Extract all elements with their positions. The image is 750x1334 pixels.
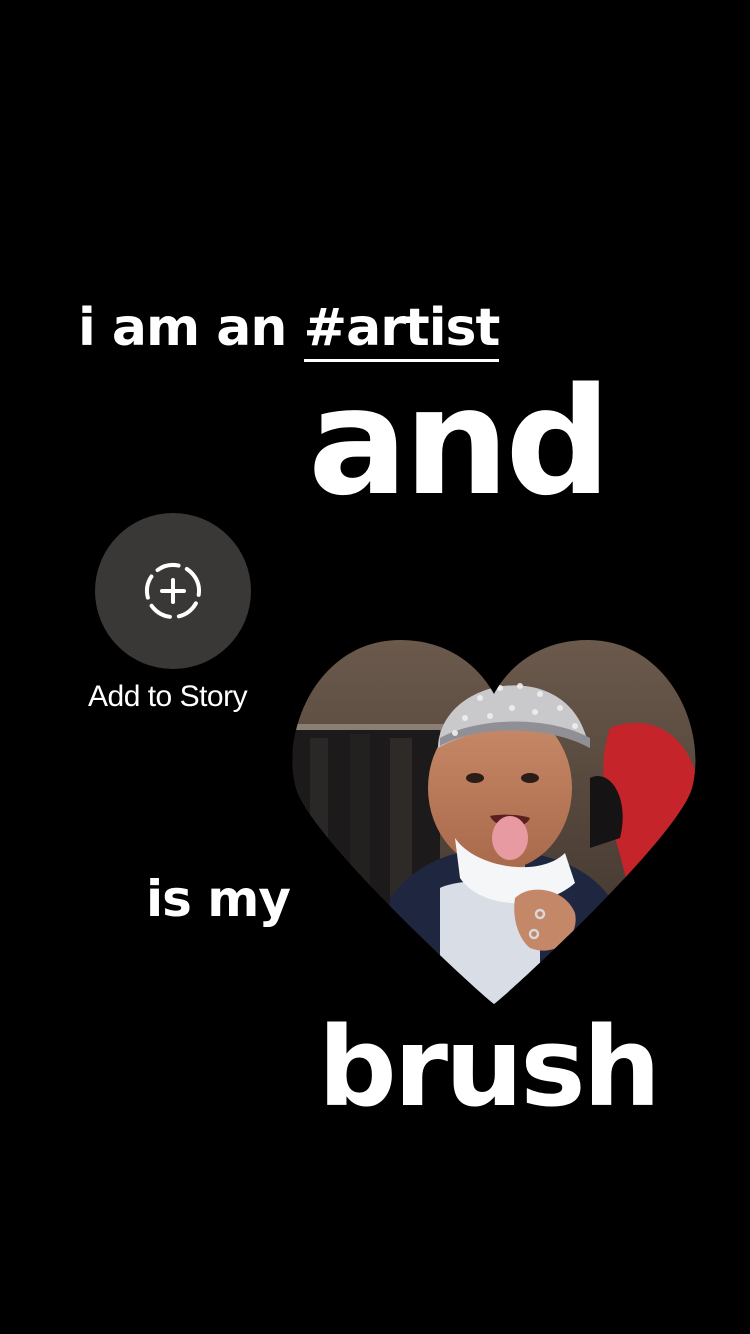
story-text-line1: i am an #artist xyxy=(78,298,500,362)
add-circle-dashed-icon xyxy=(145,563,201,619)
add-to-story-label: Add to Story xyxy=(88,680,248,713)
story-text-brush: brush xyxy=(318,1003,661,1131)
heart-photo-sticker[interactable] xyxy=(290,638,698,1004)
hashtag-sticker[interactable]: #artist xyxy=(303,298,500,362)
story-text-and: and xyxy=(308,356,611,528)
story-text-prefix: i am an xyxy=(78,298,304,358)
add-to-story-button[interactable] xyxy=(95,513,251,669)
story-text-is-my: is my xyxy=(146,870,291,928)
